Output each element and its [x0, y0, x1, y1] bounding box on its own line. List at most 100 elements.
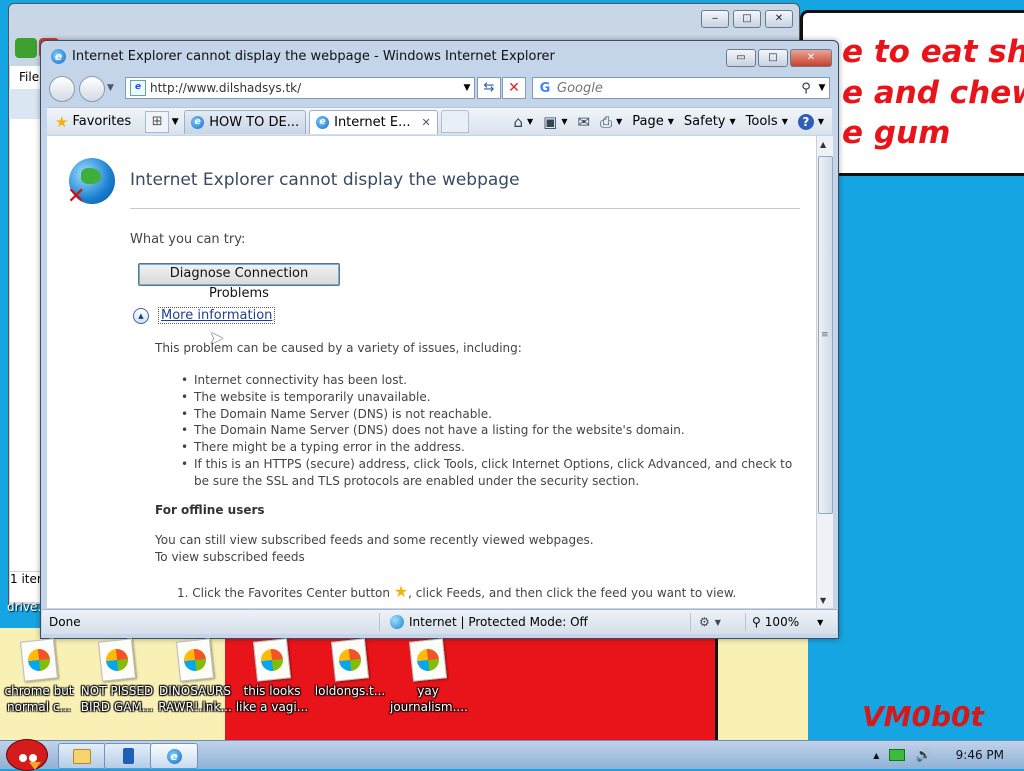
list-item: The website is temporarily unavailable. — [181, 389, 801, 406]
popup-blocker-button[interactable]: ⚙ ▼ — [690, 613, 745, 631]
safety-menu[interactable]: Safety ▼ — [680, 111, 740, 133]
taskbar-explorer-button[interactable] — [58, 743, 106, 769]
taskbar-ie-button[interactable]: e — [150, 743, 198, 769]
home-button[interactable]: ⌂ ▼ — [509, 111, 537, 133]
icon-label-line1: this looks — [243, 684, 301, 698]
chevron-down-icon: ▼ — [817, 117, 824, 126]
close-button[interactable]: ✕ — [790, 49, 832, 67]
desktop-icon-chrome[interactable]: chrome but normal c... — [1, 638, 77, 715]
background-window-caption-buttons: ‒ □ ✕ — [701, 10, 793, 28]
windows-orb-icon — [26, 647, 52, 673]
desktop-icon-this-looks[interactable]: this looks like a vagi... — [234, 638, 310, 715]
desktop-icon-not-pissed-bird[interactable]: NOT PISSED BIRD GAM... — [79, 638, 155, 715]
home-icon: ⌂ — [513, 112, 524, 131]
tools-menu[interactable]: Tools ▼ — [742, 111, 792, 133]
menu-file[interactable]: File — [19, 70, 39, 84]
rss-icon: ▣ — [543, 112, 558, 131]
wallpaper-yellow-area-right — [715, 628, 808, 740]
desktop-icon-dinosaurs[interactable]: DINOSAURS RAWR!.lnk... — [157, 638, 233, 715]
scroll-grip-icon: ≡ — [821, 330, 829, 340]
back-arrow-icon[interactable] — [15, 38, 37, 58]
search-input[interactable]: Google — [557, 81, 797, 96]
shortcut-file-icon — [331, 638, 369, 682]
address-dropdown-icon[interactable]: ▼ — [460, 83, 474, 93]
zoom-icon: ⚲ — [752, 615, 761, 629]
scroll-up-icon[interactable]: ▲ — [820, 140, 826, 149]
feeds-button[interactable]: ▣ ▼ — [539, 111, 571, 133]
icon-label-line1: DINOSAURS — [159, 684, 231, 698]
folder-icon — [73, 748, 91, 764]
zoom-button[interactable]: ⚲ 100% ▼ — [745, 613, 823, 631]
forward-button[interactable] — [79, 76, 105, 102]
offline-heading: For offline users — [155, 503, 265, 517]
taskbar-app-button[interactable] — [104, 743, 152, 769]
maximize-button[interactable]: □ — [758, 49, 788, 67]
security-zone[interactable]: Internet | Protected Mode: Off — [379, 613, 690, 631]
what-you-can-try: What you can try: — [130, 232, 246, 247]
collapse-toggle-icon[interactable]: ▲ — [133, 308, 149, 324]
book-icon — [122, 748, 134, 764]
title-bar: e Internet Explorer cannot display the w… — [51, 49, 555, 64]
page-content[interactable]: ✕ Internet Explorer cannot display the w… — [47, 136, 816, 608]
recent-pages-dropdown-icon[interactable]: ▼ — [107, 83, 114, 93]
clock[interactable]: 9:46 PM — [956, 748, 1004, 762]
chevron-down-icon: ▼ — [667, 117, 674, 126]
scroll-down-icon[interactable]: ▼ — [820, 596, 826, 605]
page-menu[interactable]: Page ▼ — [628, 111, 678, 133]
offline-step-1: 1. Click the Favorites Center button ★, … — [177, 582, 736, 601]
chevron-down-icon: ▼ — [781, 117, 788, 126]
windows-orb-icon — [104, 647, 130, 673]
stop-button[interactable]: ✕ — [502, 77, 526, 99]
show-hidden-icons-icon[interactable]: ▲ — [873, 751, 879, 760]
desktop-icon-loldongs[interactable]: loldongs.t... — [312, 638, 388, 699]
bird-eye — [19, 754, 27, 762]
page-title: Internet Explorer cannot display the web… — [130, 170, 520, 190]
chevron-down-icon: ▼ — [817, 617, 824, 627]
favorites-button[interactable]: ★ Favorites — [47, 109, 139, 134]
minimize-button[interactable]: ▭ — [726, 49, 756, 67]
volume-icon[interactable]: 🔊 — [915, 748, 931, 763]
start-button[interactable] — [2, 733, 48, 771]
diagnose-connection-button[interactable]: Diagnose Connection Problems — [138, 263, 340, 301]
icon-label-line1: loldongs.t... — [314, 684, 386, 698]
error-x-icon: ✕ — [67, 184, 86, 209]
desktop-icon-yay-journalism[interactable]: yay journalism.... — [390, 638, 468, 715]
search-icon[interactable]: ⚲ — [797, 81, 815, 96]
ie-logo-icon: e — [51, 49, 66, 64]
bird-beak — [29, 762, 41, 770]
print-button[interactable]: ⎙ ▼ — [596, 111, 626, 133]
tab-internet-explorer[interactable]: e Internet E... ✕ — [309, 109, 438, 134]
navigation-pane[interactable] — [10, 66, 42, 571]
help-menu[interactable]: ? ▼ — [794, 111, 828, 133]
toolbar-strip — [9, 89, 42, 119]
drive-label: drive. — [7, 600, 42, 614]
windows-orb-icon — [182, 647, 208, 673]
new-tab-button[interactable] — [440, 110, 469, 133]
quick-tabs-icon[interactable]: ⊞ — [145, 110, 170, 133]
angry-bird-icon — [6, 739, 48, 771]
back-button[interactable] — [49, 76, 75, 102]
close-button[interactable]: ✕ — [765, 10, 793, 28]
address-bar[interactable]: e http://www.dilshadsys.tk/ ▼ — [125, 77, 475, 99]
search-box[interactable]: G Google ⚲ ▼ — [532, 77, 830, 99]
vertical-scrollbar[interactable]: ▲ ≡ ▼ — [816, 136, 833, 608]
power-icon[interactable] — [889, 749, 906, 761]
refresh-button[interactable]: ⇆ — [477, 77, 501, 99]
read-mail-button[interactable]: ✉ — [574, 111, 595, 133]
shortcut-file-icon — [253, 638, 291, 682]
more-information-link[interactable]: More information — [158, 307, 276, 324]
tab-close-icon[interactable]: ✕ — [421, 116, 430, 129]
tab-list-dropdown-icon[interactable]: ▼ — [169, 117, 181, 127]
cause-list: Internet connectivity has been lost. The… — [181, 372, 801, 490]
maximize-button[interactable]: □ — [733, 10, 761, 28]
favorites-label: Favorites — [72, 114, 132, 129]
minimize-button[interactable]: ‒ — [701, 10, 729, 28]
status-bar: 1 iter — [10, 572, 42, 602]
address-input[interactable]: http://www.dilshadsys.tk/ — [150, 81, 460, 95]
offline-subheading: To view subscribed feeds — [155, 550, 305, 564]
search-options-dropdown-icon[interactable]: ▼ — [815, 83, 829, 93]
system-tray: ▲ 🔊 9:46 PM — [873, 741, 1024, 769]
shortcut-file-icon — [20, 638, 58, 682]
tab-how-to[interactable]: e HOW TO DE... — [184, 109, 307, 134]
internet-explorer-window[interactable]: e Internet Explorer cannot display the w… — [40, 40, 839, 639]
